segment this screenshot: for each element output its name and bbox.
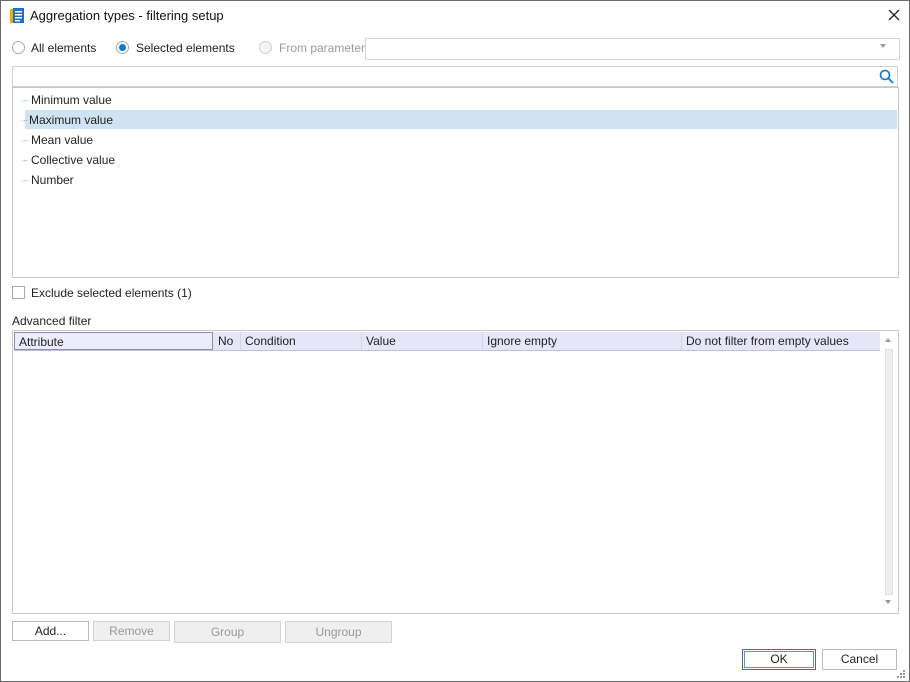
column-header-do-not-filter[interactable]: Do not filter from empty values bbox=[682, 332, 880, 350]
dialog-title: Aggregation types - filtering setup bbox=[30, 8, 224, 23]
tree-item[interactable]: Minimum value bbox=[14, 90, 887, 109]
scroll-down-icon[interactable] bbox=[885, 600, 891, 604]
selected-elements-radio[interactable] bbox=[116, 41, 129, 54]
chevron-down-icon[interactable] bbox=[880, 44, 886, 48]
all-elements-label[interactable]: All elements bbox=[31, 41, 96, 55]
remove-button[interactable]: Remove bbox=[93, 621, 170, 641]
column-header-no[interactable]: No bbox=[214, 332, 241, 350]
advanced-filter-label: Advanced filter bbox=[12, 314, 92, 328]
exclude-label[interactable]: Exclude selected elements (1) bbox=[31, 286, 192, 300]
tree-connector bbox=[22, 120, 27, 121]
ungroup-button[interactable]: Ungroup bbox=[285, 621, 392, 643]
tree-item[interactable]: Maximum value bbox=[22, 110, 897, 129]
column-header-condition[interactable]: Condition bbox=[241, 332, 362, 350]
tree-connector bbox=[22, 140, 27, 141]
ok-button[interactable]: OK bbox=[742, 649, 816, 670]
tree-item[interactable]: Mean value bbox=[14, 130, 887, 149]
cancel-button[interactable]: Cancel bbox=[822, 649, 897, 670]
column-header-ignore-empty[interactable]: Ignore empty bbox=[483, 332, 682, 350]
column-header-value[interactable]: Value bbox=[362, 332, 483, 350]
from-parameter-label: From parameter: bbox=[279, 41, 369, 55]
scroll-up-icon[interactable] bbox=[885, 338, 891, 342]
tree-connector bbox=[22, 180, 27, 181]
selected-elements-label[interactable]: Selected elements bbox=[136, 41, 235, 55]
column-header-attribute[interactable]: Attribute bbox=[14, 332, 213, 350]
tree-item[interactable]: Number bbox=[14, 170, 887, 189]
all-elements-radio[interactable] bbox=[12, 41, 25, 54]
add-button[interactable]: Add... bbox=[12, 621, 89, 641]
app-icon bbox=[10, 8, 24, 23]
parameter-dropdown[interactable] bbox=[365, 38, 900, 60]
scrollbar-track[interactable] bbox=[885, 349, 893, 595]
group-button[interactable]: Group bbox=[174, 621, 281, 643]
tree-item[interactable]: Collective value bbox=[14, 150, 887, 169]
advanced-filter-grid[interactable] bbox=[12, 330, 899, 614]
resize-grip-icon[interactable] bbox=[896, 668, 906, 678]
search-input[interactable] bbox=[12, 66, 898, 87]
elements-tree[interactable]: Minimum value Maximum value Mean value C… bbox=[12, 87, 899, 278]
tree-item-label: Minimum value bbox=[31, 93, 112, 107]
from-parameter-radio[interactable] bbox=[259, 41, 272, 54]
exclude-checkbox[interactable] bbox=[12, 286, 25, 299]
grid-header: Attribute No Condition Value Ignore empt… bbox=[14, 332, 880, 351]
tree-item-label: Mean value bbox=[31, 133, 94, 147]
tree-item-label: Number bbox=[31, 173, 74, 187]
tree-item-label: Maximum value bbox=[29, 113, 114, 127]
tree-connector bbox=[22, 160, 27, 161]
tree-item-label: Collective value bbox=[31, 153, 116, 167]
search-icon[interactable] bbox=[879, 69, 894, 84]
close-icon[interactable] bbox=[885, 6, 903, 24]
tree-connector bbox=[22, 100, 27, 101]
